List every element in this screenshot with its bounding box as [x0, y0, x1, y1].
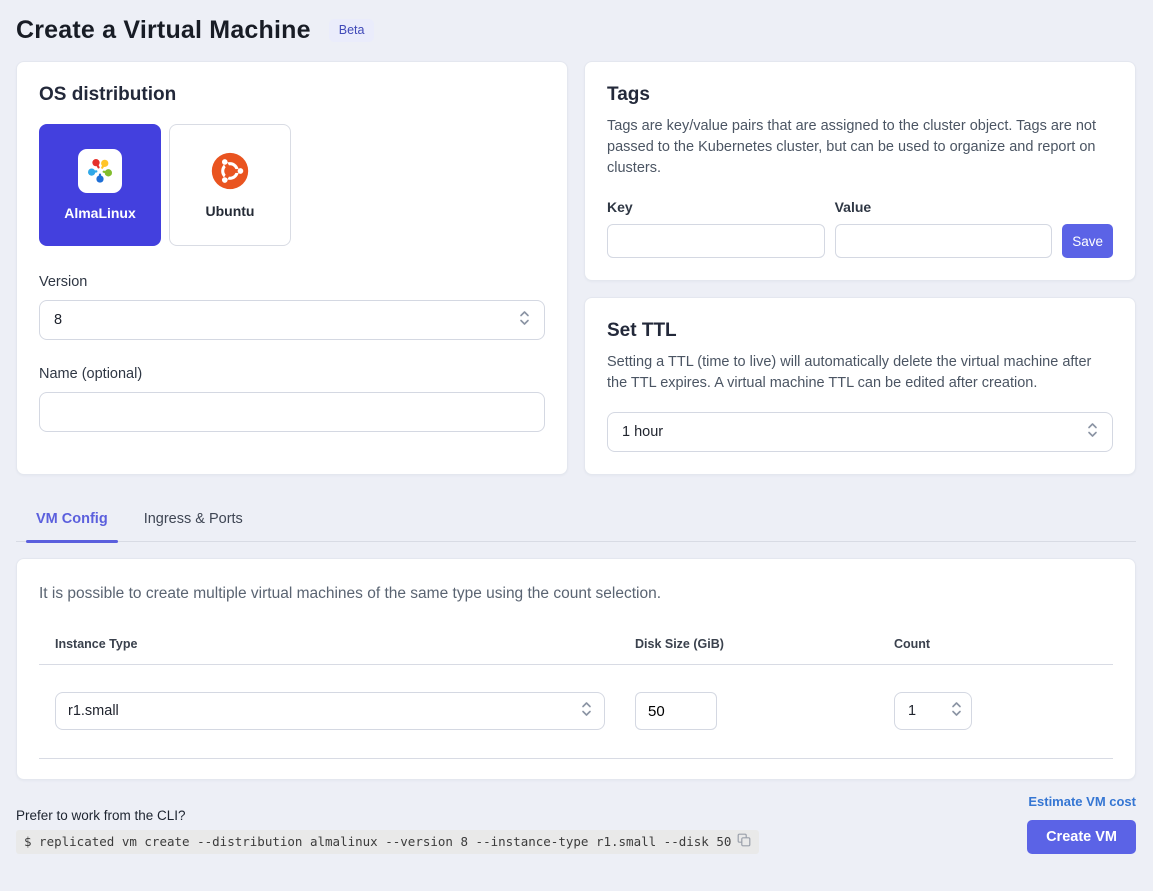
vm-table-row: r1.small 1 — [39, 665, 1113, 759]
ttl-card: Set TTL Setting a TTL (time to live) wil… — [584, 297, 1136, 475]
ttl-select[interactable]: 1 hour — [607, 412, 1113, 452]
beta-badge: Beta — [329, 19, 375, 42]
column-header-disk-size: Disk Size (GiB) — [635, 637, 894, 651]
disk-size-cell — [635, 692, 894, 730]
almalinux-logo-icon — [78, 149, 122, 193]
estimate-vm-cost-link[interactable]: Estimate VM cost — [1028, 794, 1136, 809]
copy-icon[interactable] — [737, 833, 751, 850]
version-select[interactable]: 8 — [39, 300, 545, 340]
os-tile-label: Ubuntu — [206, 203, 255, 219]
column-header-instance-type: Instance Type — [39, 637, 635, 651]
count-stepper[interactable]: 1 — [894, 692, 972, 730]
create-vm-page: Create a Virtual Machine Beta OS distrib… — [0, 0, 1153, 891]
tag-value-input[interactable] — [835, 224, 1053, 258]
cli-section: Prefer to work from the CLI? $ replicate… — [16, 808, 1027, 854]
chevron-updown-icon — [581, 700, 592, 722]
chevron-updown-icon — [1087, 421, 1098, 443]
tags-title: Tags — [607, 84, 1113, 106]
footer-actions: Estimate VM cost Create VM — [1027, 794, 1136, 854]
instance-type-select[interactable]: r1.small — [55, 692, 605, 730]
tag-value-label: Value — [835, 199, 1053, 215]
vm-table-header: Instance Type Disk Size (GiB) Count — [39, 637, 1113, 665]
version-select-value: 8 — [54, 312, 62, 328]
os-tile-almalinux[interactable]: AlmaLinux — [39, 124, 161, 246]
tab-ingress-ports[interactable]: Ingress & Ports — [139, 501, 248, 541]
chevron-updown-icon — [519, 309, 530, 331]
page-header: Create a Virtual Machine Beta — [16, 14, 1136, 45]
os-distribution-title: OS distribution — [39, 84, 545, 106]
tab-bar: VM Config Ingress & Ports — [16, 501, 1136, 542]
vm-name-input[interactable] — [39, 392, 545, 432]
ttl-title: Set TTL — [607, 320, 1113, 342]
tags-fields: Key Value Save — [607, 199, 1113, 258]
os-distribution-card: OS distribution — [16, 61, 568, 475]
instance-type-cell: r1.small — [39, 692, 635, 730]
tab-vm-config[interactable]: VM Config — [31, 501, 113, 541]
chevron-updown-icon — [951, 700, 962, 722]
ttl-select-value: 1 hour — [622, 424, 663, 440]
save-tag-button[interactable]: Save — [1062, 224, 1113, 258]
version-label: Version — [39, 274, 545, 290]
os-tile-ubuntu[interactable]: Ubuntu — [169, 124, 291, 246]
footer: Prefer to work from the CLI? $ replicate… — [16, 794, 1136, 854]
cli-command-snippet: $ replicated vm create --distribution al… — [16, 830, 759, 854]
tags-description: Tags are key/value pairs that are assign… — [607, 116, 1113, 179]
instance-type-value: r1.small — [68, 703, 119, 719]
cli-command-text: $ replicated vm create --distribution al… — [24, 834, 731, 849]
tag-key-column: Key — [607, 199, 825, 258]
cli-prompt-text: Prefer to work from the CLI? — [16, 808, 1027, 823]
column-header-count: Count — [894, 637, 1113, 651]
right-column: Tags Tags are key/value pairs that are a… — [584, 61, 1136, 475]
vm-name-label: Name (optional) — [39, 366, 545, 382]
vm-config-intro: It is possible to create multiple virtua… — [39, 585, 1113, 603]
tags-card: Tags Tags are key/value pairs that are a… — [584, 61, 1136, 281]
count-cell: 1 — [894, 692, 1113, 730]
page-title: Create a Virtual Machine — [16, 16, 311, 45]
os-tiles: AlmaLinux — [39, 124, 545, 246]
disk-size-input[interactable] — [635, 692, 717, 730]
tag-key-input[interactable] — [607, 224, 825, 258]
ubuntu-logo-icon — [210, 151, 250, 191]
tag-key-label: Key — [607, 199, 825, 215]
os-tile-label: AlmaLinux — [64, 205, 136, 221]
top-cards-row: OS distribution — [16, 61, 1136, 475]
create-vm-button[interactable]: Create VM — [1027, 820, 1136, 854]
count-value: 1 — [908, 703, 916, 719]
tag-value-column: Value — [835, 199, 1053, 258]
vm-config-card: It is possible to create multiple virtua… — [16, 558, 1136, 780]
ttl-description: Setting a TTL (time to live) will automa… — [607, 352, 1113, 394]
